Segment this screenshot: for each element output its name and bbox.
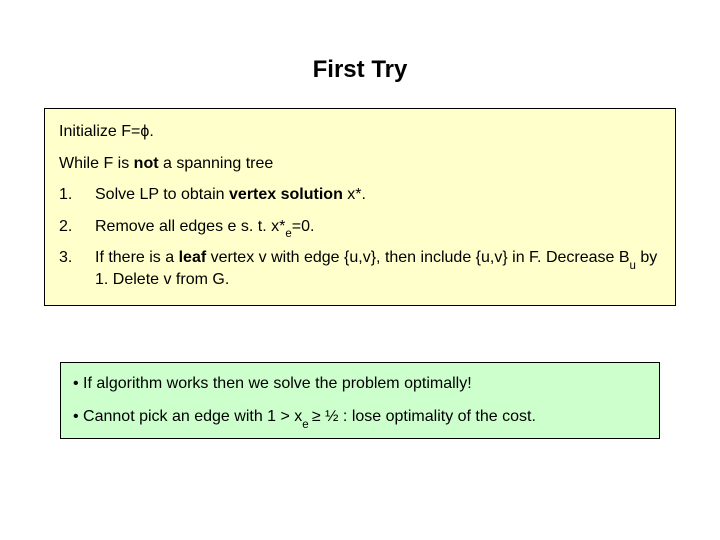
step3-p1: If there is a — [95, 249, 179, 266]
note-1: • If algorithm works then we solve the p… — [73, 373, 647, 395]
init-suffix: . — [149, 123, 153, 140]
notes-box: • If algorithm works then we solve the p… — [60, 362, 660, 439]
step-2: 2. Remove all edges e s. t. x*e=0. — [59, 216, 661, 248]
step1-suffix: x*. — [343, 186, 366, 203]
step2-suffix: =0. — [292, 218, 315, 235]
step3-p2: vertex v with edge {u,v}, then include {… — [206, 249, 629, 266]
while-line: While F is not a spanning tree — [59, 153, 661, 175]
slide-title: First Try — [0, 56, 720, 84]
while-prefix: While F is — [59, 155, 134, 172]
step-text: Solve LP to obtain vertex solution x*. — [95, 184, 661, 216]
slide: First Try Initialize F=ϕ. While F is not… — [0, 0, 720, 540]
note-2: • Cannot pick an edge with 1 > xe ≥ ½ : … — [73, 406, 647, 428]
step-text: Remove all edges e s. t. x*e=0. — [95, 216, 661, 248]
step-1: 1. Solve LP to obtain vertex solution x*… — [59, 184, 661, 216]
phi-symbol: ϕ — [140, 123, 149, 140]
note2-p2: ½ : lose optimality of the cost. — [321, 408, 536, 425]
step1-prefix: Solve LP to obtain — [95, 186, 229, 203]
step2-prefix: Remove all edges e s. t. x* — [95, 218, 285, 235]
algorithm-box: Initialize F=ϕ. While F is not a spannin… — [44, 108, 676, 306]
step-3: 3. If there is a leaf vertex v with edge… — [59, 247, 661, 290]
step3-sub: u — [630, 260, 636, 272]
note2-p1: • Cannot pick an edge with 1 > x — [73, 408, 302, 425]
steps-list: 1. Solve LP to obtain vertex solution x*… — [59, 184, 661, 290]
step2-sub: e — [285, 228, 291, 240]
step3-leaf: leaf — [179, 249, 207, 266]
step-number: 2. — [59, 216, 95, 248]
while-not: not — [134, 155, 159, 172]
ge-symbol: ≥ — [312, 408, 321, 425]
step-number: 1. — [59, 184, 95, 216]
init-prefix: Initialize F= — [59, 123, 140, 140]
init-line: Initialize F=ϕ. — [59, 121, 661, 143]
step-number: 3. — [59, 247, 95, 290]
step1-bold: vertex solution — [229, 186, 343, 203]
step-text: If there is a leaf vertex v with edge {u… — [95, 247, 661, 290]
note2-sub: e — [302, 419, 312, 431]
while-suffix: a spanning tree — [159, 155, 274, 172]
